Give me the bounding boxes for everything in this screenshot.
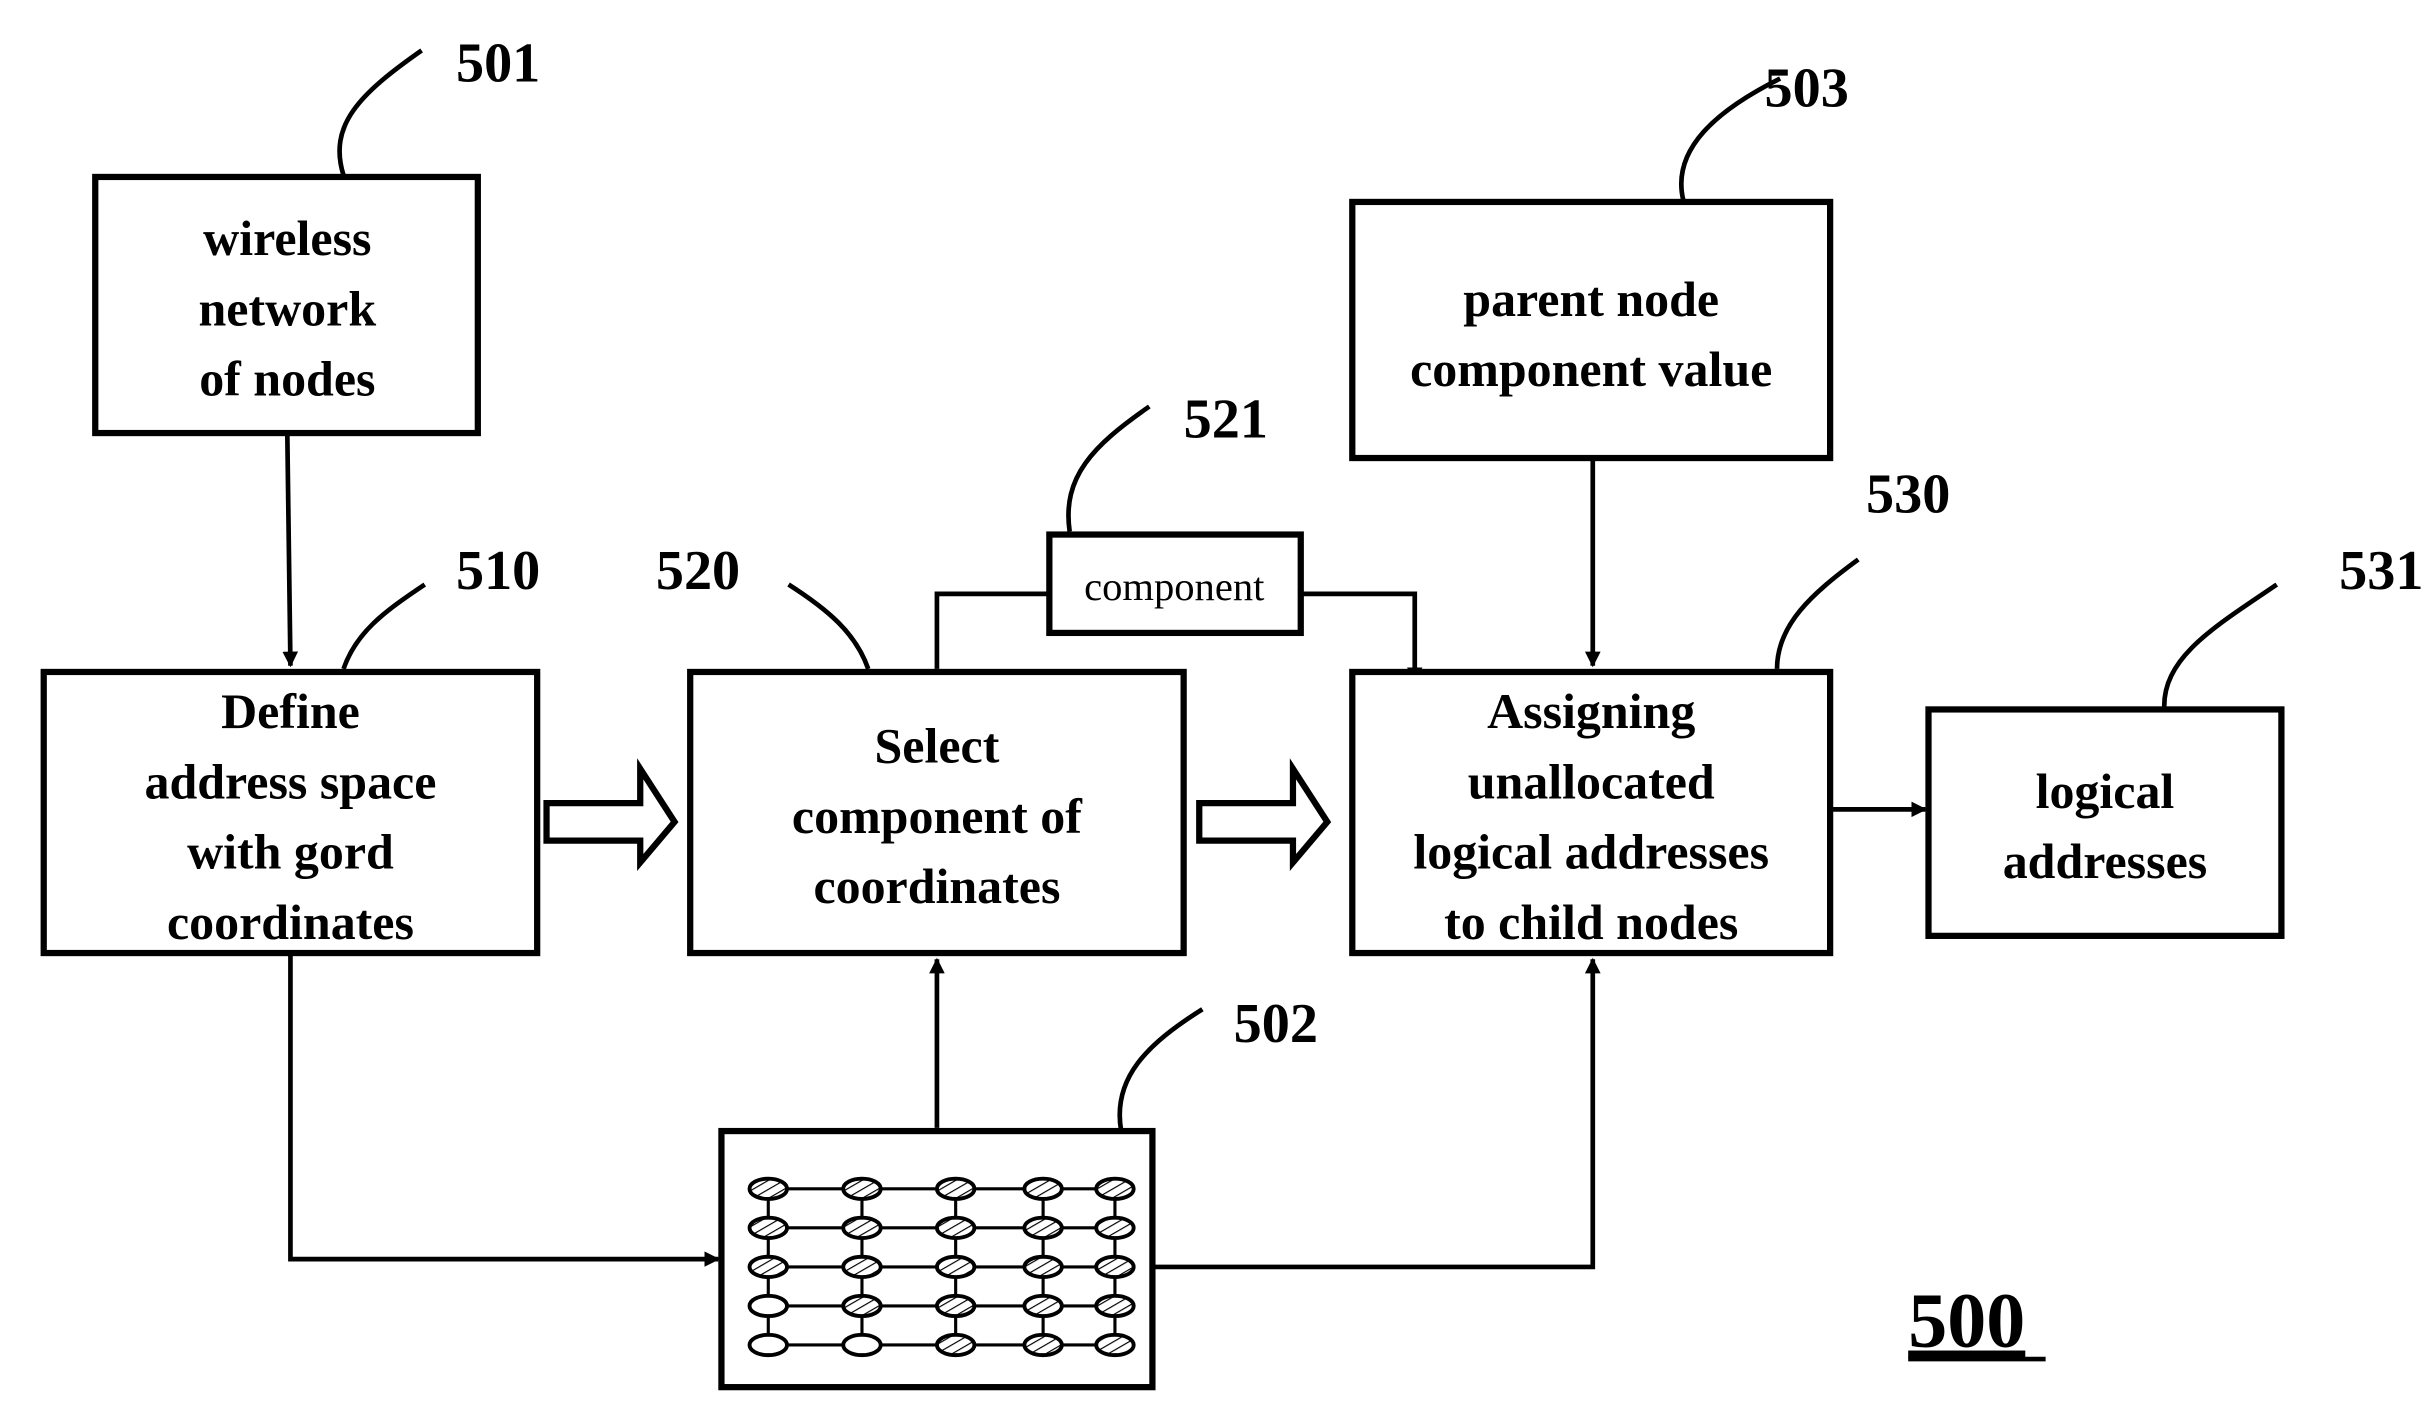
grid-node [1022,1332,1064,1358]
grid-node [841,1176,883,1201]
grid-node [934,1176,977,1201]
grid-node [1022,1293,1064,1319]
grid-node [747,1332,789,1358]
arrow-502-530 [1114,957,1601,1270]
box-530: Assigning unallocated logical addresses to … [1349,668,1834,957]
hollow-arrow-520-530 [1196,758,1332,871]
leader-531 [2161,582,2279,708]
grid-node [747,1176,789,1201]
svg-text:component: component [1084,564,1265,609]
grid-node [1094,1332,1136,1358]
arrow-510-502 [288,954,720,1267]
hollow-arrow-510-520 [543,758,679,871]
arrow-521-530 [1300,591,1423,683]
grid-node [1022,1176,1064,1201]
grid-node [934,1215,977,1240]
leader-521 [1066,404,1151,532]
box-521: component [1046,531,1304,637]
grid-node [841,1215,883,1240]
grid-node [747,1293,789,1319]
box-502-node-grid [718,1127,1156,1391]
grid-node [841,1332,883,1358]
grid-node [1022,1254,1064,1280]
grid-node [934,1332,977,1358]
ref-502: 502 [1234,993,1318,1055]
arrow-501-510 [282,434,299,668]
leader-520 [787,582,871,670]
leader-501 [337,48,423,177]
ref-531: 531 [2339,540,2423,602]
box-503: parent node component value [1349,198,1834,462]
svg-text:wirelessnetworkof nodes: wireless network of nodes [199,210,377,407]
grid-node [934,1254,977,1280]
box-520: Select component of coordinates [687,668,1187,957]
leader-510 [341,582,427,670]
leader-502 [1117,1007,1204,1132]
flow-diagram: 501 510 520 521 503 530 531 502 500 wire… [40,33,2423,1391]
grid-node [1094,1254,1136,1280]
box-510: Define address space with gord coordinates [40,668,541,957]
ref-530: 530 [1866,464,1950,526]
grid-node [934,1293,977,1319]
figure-label: 500 [1908,1277,2025,1364]
grid-node [841,1293,883,1319]
grid-node [747,1254,789,1280]
grid-node [1094,1293,1136,1319]
grid-node [1022,1215,1064,1240]
leader-530 [1774,557,1860,669]
ref-521: 521 [1184,389,1268,451]
arrow-520-521-530 [934,591,1050,669]
ref-503: 503 [1765,58,1849,120]
box-501: wireless network of nodes [92,173,481,437]
ref-510: 510 [456,540,540,602]
grid-node [747,1215,789,1240]
grid-node [1094,1176,1136,1201]
grid-node [1094,1215,1136,1240]
ref-501: 501 [456,33,540,95]
ref-520: 520 [656,540,740,602]
box-531: logical addresses [1925,706,2285,939]
grid-node [841,1254,883,1280]
